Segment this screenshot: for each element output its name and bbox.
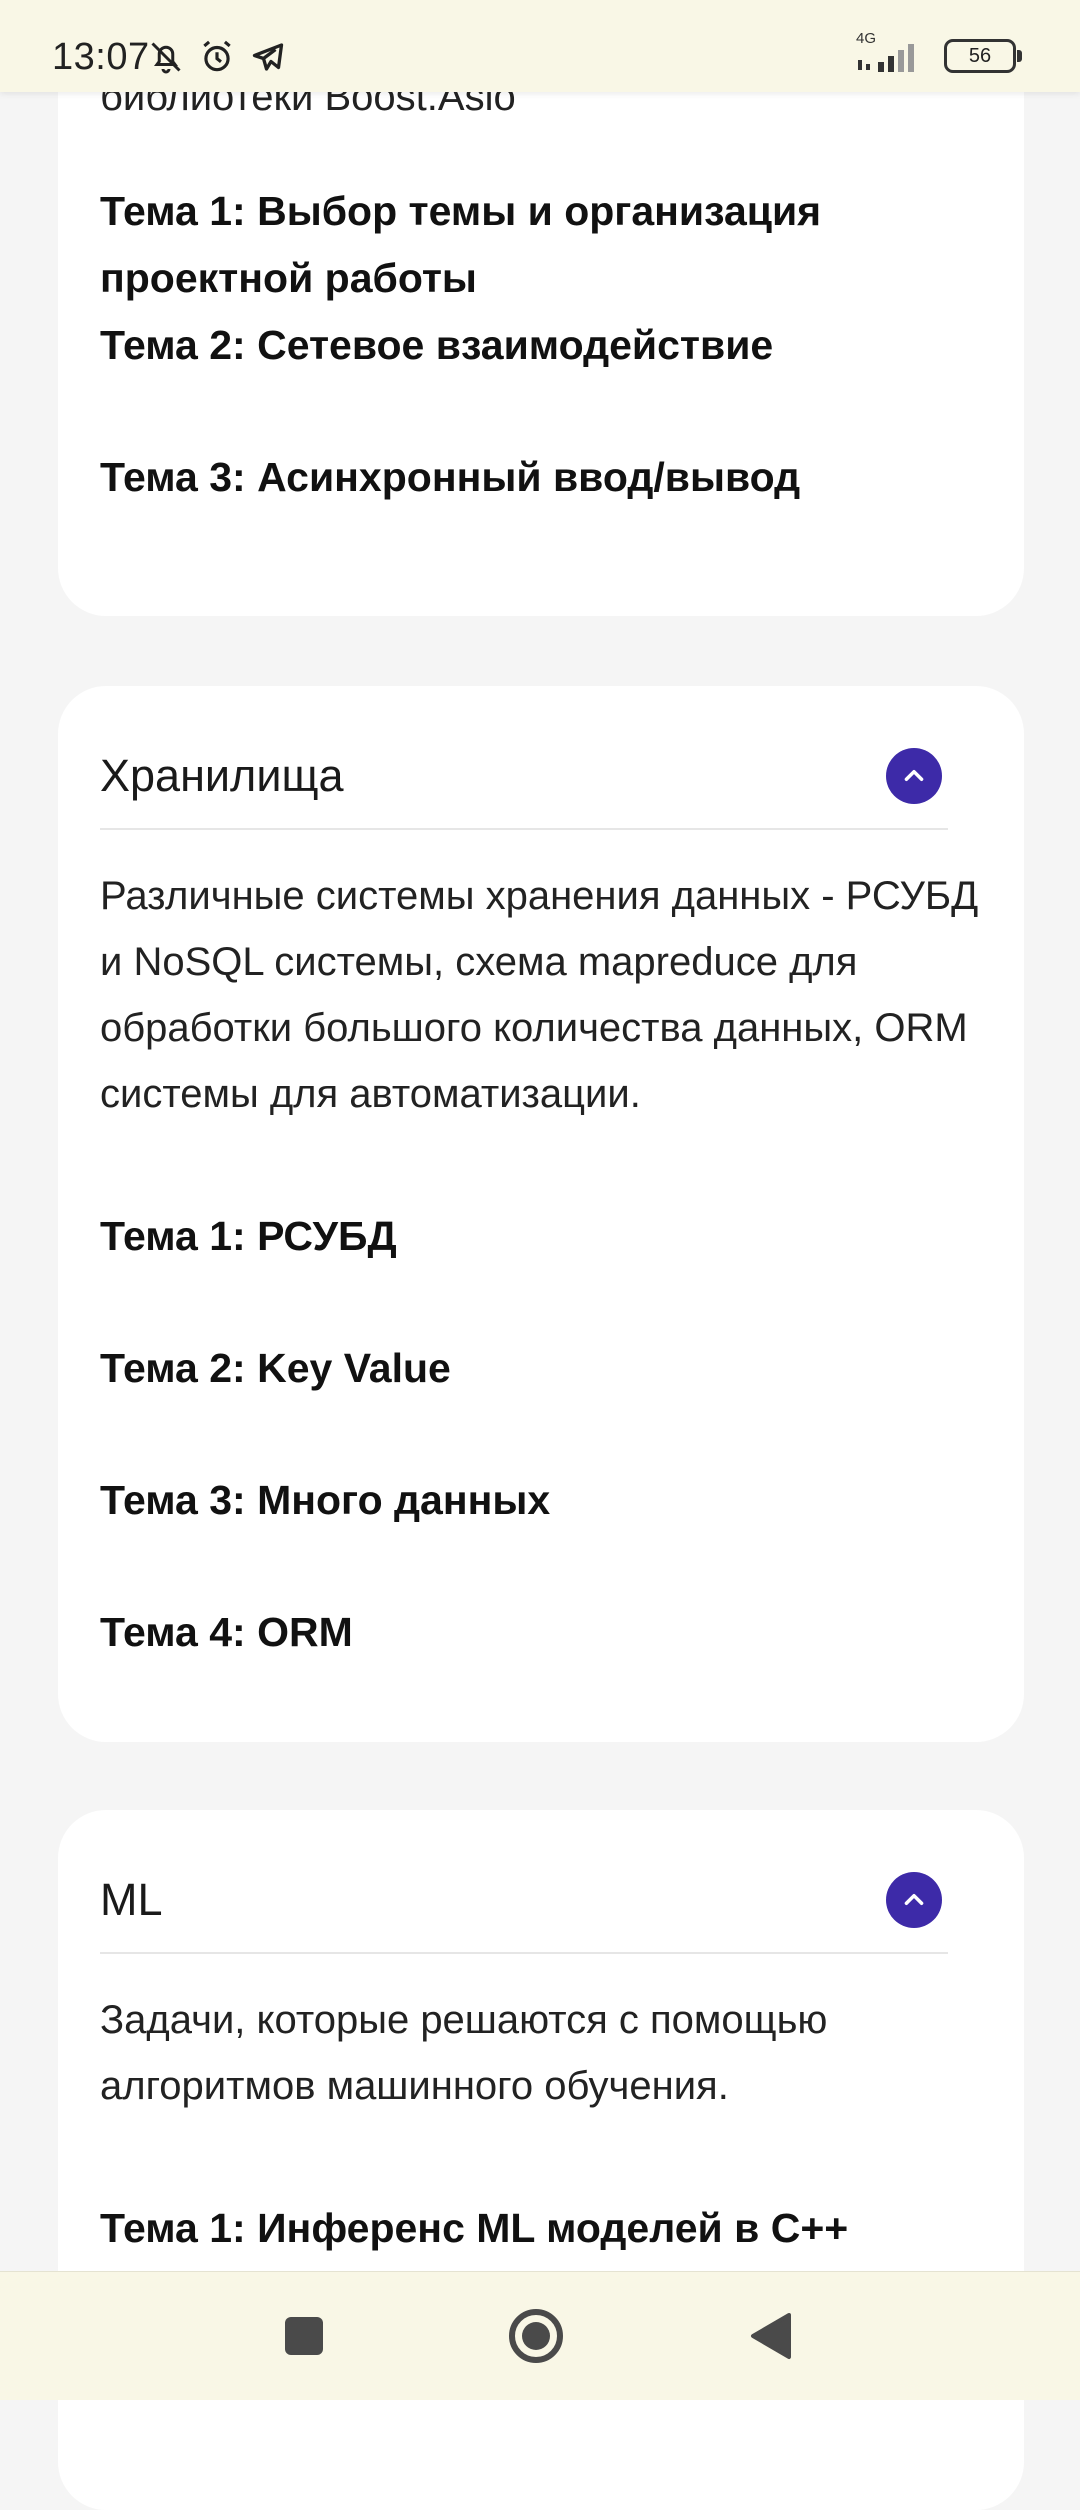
telegram-icon: [250, 39, 286, 75]
status-time: 13:07: [52, 36, 150, 78]
section-header[interactable]: Хранилища: [100, 726, 948, 826]
topic-item: Тема 4: ORM: [100, 1609, 353, 1655]
topic-item: Тема 1: Выбор темы и организация проектн…: [100, 188, 822, 301]
bell-off-icon: [148, 39, 184, 75]
home-circle-icon: [509, 2309, 563, 2363]
battery-icon: 56: [944, 39, 1022, 73]
status-notification-icons: [148, 38, 286, 76]
section-description: Задачи, которые решаются с помощью алгор…: [100, 1998, 828, 2108]
topic-item: Тема 1: РСУБД: [100, 1213, 397, 1259]
home-button[interactable]: [500, 2300, 572, 2372]
status-right-icons: 4G 56: [856, 30, 1022, 74]
topic-item: Тема 2: Key Value: [100, 1345, 451, 1391]
section-header[interactable]: ML: [100, 1850, 948, 1950]
course-section-card-ml: ML Задачи, которые решаются с помощью ал…: [58, 1810, 1024, 2510]
course-section-card: библиотеки Boost.Asio Тема 1: Выбор темы…: [58, 0, 1024, 616]
topic-item: Тема 1: Инференс ML моделей в С++: [100, 2205, 849, 2251]
system-navigation-bar: [0, 2271, 1080, 2400]
network-type: 4G: [856, 30, 877, 47]
topic-item: Тема 3: Много данных: [100, 1477, 551, 1523]
course-section-card-storage: Хранилища Различные системы хранения дан…: [58, 686, 1024, 1742]
chevron-up-icon: [904, 1893, 924, 1905]
section-description: Различные системы хранения данных - РСУБ…: [100, 874, 979, 1116]
divider: [100, 1952, 948, 1954]
chevron-up-icon: [904, 769, 924, 781]
recents-button[interactable]: [268, 2300, 340, 2372]
alarm-icon: [198, 38, 236, 76]
back-button[interactable]: [734, 2300, 806, 2372]
collapse-button[interactable]: [886, 748, 942, 804]
divider: [100, 828, 948, 830]
collapse-button[interactable]: [886, 1872, 942, 1928]
recents-square-icon: [285, 2317, 323, 2355]
topic-item: Тема 2: Сетевое взаимодействие: [100, 322, 774, 368]
section-title: ML: [100, 1874, 163, 1925]
status-bar: 13:07 4G 56: [0, 0, 1080, 92]
signal-icon: 4G: [856, 30, 926, 74]
topic-item: Тема 3: Асинхронный ввод/вывод: [100, 454, 801, 500]
section-title: Хранилища: [100, 750, 344, 801]
back-triangle-icon: [751, 2313, 791, 2359]
